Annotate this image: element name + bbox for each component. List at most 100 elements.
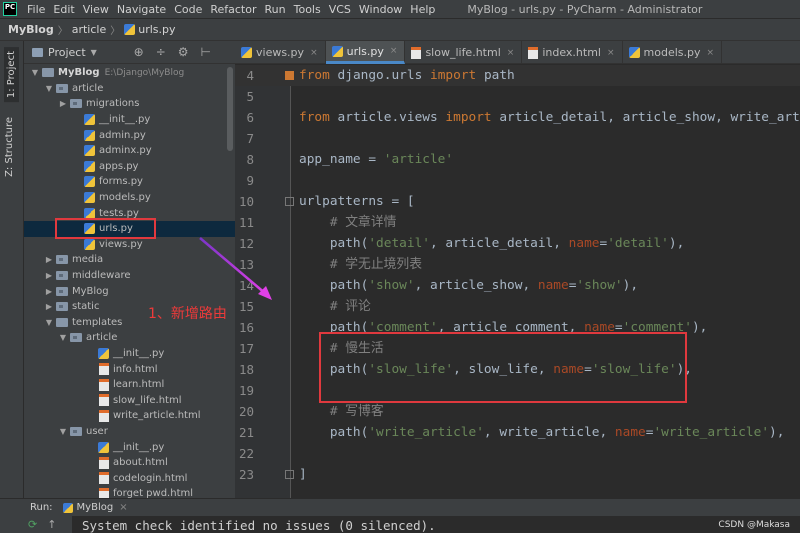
code-line[interactable]: 15 # 评论 bbox=[235, 296, 800, 317]
close-icon[interactable]: × bbox=[507, 48, 515, 58]
expanded-arrow-icon[interactable]: ▼ bbox=[30, 68, 40, 77]
pycharm-logo-icon: PC bbox=[3, 2, 17, 16]
collapsed-arrow-icon[interactable]: ▶ bbox=[44, 255, 54, 264]
breadcrumb-file[interactable]: urls.py bbox=[138, 23, 175, 36]
close-icon[interactable]: × bbox=[119, 502, 127, 513]
code-line[interactable]: 20 # 写博客 bbox=[235, 401, 800, 422]
menu-item-refactor[interactable]: Refactor bbox=[206, 3, 260, 16]
code-line[interactable]: 6 from article.views import article_detai… bbox=[235, 107, 800, 128]
tab-urls-py[interactable]: urls.py × bbox=[325, 41, 406, 64]
collapsed-arrow-icon[interactable]: ▶ bbox=[44, 287, 54, 296]
tree-item[interactable]: codelogin.html bbox=[24, 471, 235, 487]
fold-marker-icon[interactable] bbox=[285, 71, 294, 80]
code-token: # 学无止境列表 bbox=[329, 257, 423, 272]
code-line[interactable]: 7 bbox=[235, 128, 800, 149]
close-icon[interactable]: × bbox=[607, 48, 615, 58]
tree-item[interactable]: info.html bbox=[24, 361, 235, 377]
tab-views-py[interactable]: views.py × bbox=[235, 41, 326, 64]
collapsed-arrow-icon[interactable]: ▶ bbox=[44, 302, 54, 311]
menu-item-code[interactable]: Code bbox=[170, 3, 206, 16]
gear-icon[interactable]: ⚙ bbox=[178, 45, 189, 59]
menu-item-view[interactable]: View bbox=[79, 3, 113, 16]
project-tree-scrollbar[interactable] bbox=[227, 67, 233, 151]
close-icon[interactable]: × bbox=[310, 48, 318, 58]
code-area[interactable]: 4 from django.urls import path 5 6 from arti… bbox=[235, 65, 800, 498]
tree-item[interactable]: ▶ middleware bbox=[24, 268, 235, 284]
code-line[interactable]: 9 bbox=[235, 170, 800, 191]
project-panel-title[interactable]: Project bbox=[48, 46, 86, 59]
tree-item[interactable]: ▶ MyBlog bbox=[24, 283, 235, 299]
chevron-down-icon[interactable]: ▼ bbox=[91, 48, 97, 57]
tab-slow_life-html[interactable]: slow_life.html × bbox=[405, 41, 523, 64]
python-file-icon bbox=[98, 441, 109, 453]
menu-item-vcs[interactable]: VCS bbox=[325, 3, 355, 16]
tree-item[interactable]: models.py bbox=[24, 190, 235, 206]
fold-marker-icon[interactable] bbox=[285, 197, 294, 206]
menu-item-window[interactable]: Window bbox=[355, 3, 406, 16]
expanded-arrow-icon[interactable]: ▼ bbox=[58, 333, 68, 342]
tree-item[interactable]: admin.py bbox=[24, 127, 235, 143]
tree-item[interactable]: __init__.py bbox=[24, 112, 235, 128]
tree-item[interactable]: write_article.html bbox=[24, 408, 235, 424]
close-icon[interactable]: × bbox=[390, 46, 398, 56]
code-text: # 评论 bbox=[299, 296, 371, 317]
tree-item[interactable]: __init__.py bbox=[24, 346, 235, 362]
code-line[interactable]: 21 path('write_article', write_article, … bbox=[235, 422, 800, 443]
hide-icon[interactable]: ⊢ bbox=[201, 45, 211, 59]
expanded-arrow-icon[interactable]: ▼ bbox=[44, 318, 54, 327]
up-arrow-icon[interactable]: ↑ bbox=[47, 518, 56, 531]
tree-item[interactable]: ▼ MyBlog E:\Django\MyBlog bbox=[24, 65, 235, 81]
expanded-arrow-icon[interactable]: ▼ bbox=[58, 427, 68, 436]
tree-item[interactable]: learn.html bbox=[24, 377, 235, 393]
tree-item[interactable]: ▼ user bbox=[24, 424, 235, 440]
tree-item-label: article bbox=[72, 82, 104, 94]
code-line[interactable]: 23] bbox=[235, 464, 800, 485]
tree-item[interactable]: ▶ media bbox=[24, 252, 235, 268]
code-line[interactable]: 4 from django.urls import path bbox=[235, 65, 800, 86]
code-line[interactable]: 12 path('detail', article_detail, name='… bbox=[235, 233, 800, 254]
menu-item-tools[interactable]: Tools bbox=[290, 3, 325, 16]
code-line[interactable]: 13 # 学无止境列表 bbox=[235, 254, 800, 275]
code-line[interactable]: 11 # 文章详情 bbox=[235, 212, 800, 233]
tree-item[interactable]: ▼ article bbox=[24, 81, 235, 97]
structure-tool-tab[interactable]: Z: Structure bbox=[4, 117, 15, 177]
collapsed-arrow-icon[interactable]: ▶ bbox=[44, 271, 54, 280]
locate-icon[interactable]: ⊕ bbox=[134, 45, 144, 59]
tree-item[interactable]: __init__.py bbox=[24, 439, 235, 455]
code-token: path( bbox=[299, 425, 369, 440]
tree-item[interactable]: about.html bbox=[24, 455, 235, 471]
project-tool-tab[interactable]: 1: Project bbox=[4, 47, 19, 103]
breadcrumb-folder[interactable]: article bbox=[72, 23, 107, 36]
tree-item[interactable]: forms.py bbox=[24, 174, 235, 190]
fold-marker-icon[interactable] bbox=[285, 470, 294, 479]
menu-item-help[interactable]: Help bbox=[406, 3, 439, 16]
menu-item-edit[interactable]: Edit bbox=[49, 3, 78, 16]
menu-item-navigate[interactable]: Navigate bbox=[113, 3, 170, 16]
close-icon[interactable]: × bbox=[707, 48, 715, 58]
tab-models-py[interactable]: models.py × bbox=[623, 41, 723, 64]
python-file-icon bbox=[241, 47, 252, 58]
collapsed-arrow-icon[interactable]: ▶ bbox=[58, 99, 68, 108]
tree-item[interactable]: slow_life.html bbox=[24, 393, 235, 409]
code-line[interactable]: 14 path('show', article_show, name='show… bbox=[235, 275, 800, 296]
expanded-arrow-icon[interactable]: ▼ bbox=[44, 84, 54, 93]
code-line[interactable]: 5 bbox=[235, 86, 800, 107]
tree-item-path: E:\Django\MyBlog bbox=[104, 67, 185, 78]
html-file-icon bbox=[99, 409, 109, 422]
breadcrumb-project[interactable]: MyBlog bbox=[8, 23, 54, 36]
code-line[interactable]: 8 app_name = 'article' bbox=[235, 149, 800, 170]
code-token: article.views bbox=[329, 110, 446, 125]
tab-index-html[interactable]: index.html × bbox=[522, 41, 623, 64]
run-config-tab[interactable]: MyBlog × bbox=[62, 502, 128, 513]
tree-item[interactable]: apps.py bbox=[24, 159, 235, 175]
tab-label: slow_life.html bbox=[425, 46, 501, 59]
tree-item[interactable]: ▼ article bbox=[24, 330, 235, 346]
menu-item-file[interactable]: File bbox=[23, 3, 49, 16]
menu-item-run[interactable]: Run bbox=[261, 3, 290, 16]
code-line[interactable]: 22 bbox=[235, 443, 800, 464]
collapse-icon[interactable]: ÷ bbox=[156, 45, 166, 59]
code-line[interactable]: 10 urlpatterns = [ bbox=[235, 191, 800, 212]
tree-item[interactable]: ▶ migrations bbox=[24, 96, 235, 112]
rerun-icon[interactable]: ⟳ bbox=[28, 518, 37, 531]
tree-item[interactable]: adminx.py bbox=[24, 143, 235, 159]
